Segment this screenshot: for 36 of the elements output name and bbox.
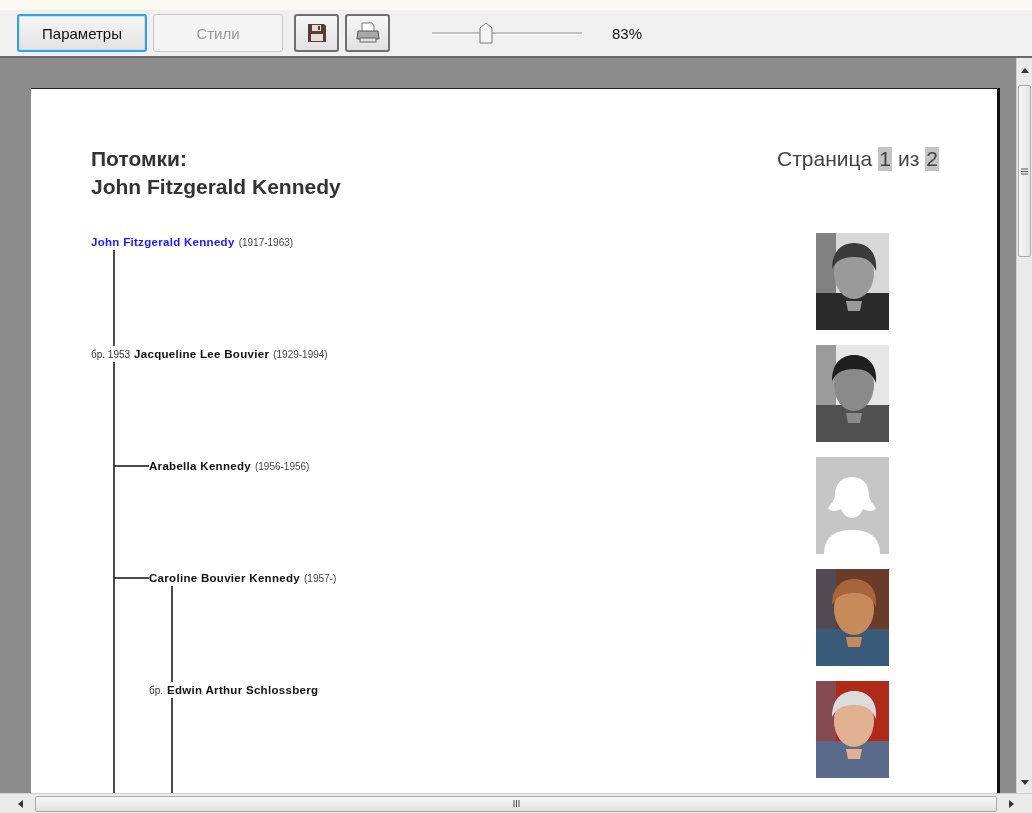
scroll-left-icon[interactable] bbox=[18, 799, 23, 808]
grip-icon bbox=[1021, 167, 1028, 175]
page-number: 1 bbox=[878, 147, 892, 171]
life-years: (1956-1956) bbox=[254, 460, 310, 474]
person-name[interactable]: Edwin Arthur Schlossberg bbox=[167, 683, 319, 697]
page-count: 2 bbox=[925, 147, 939, 171]
report-title: John Fitzgerald Kennedy bbox=[91, 174, 341, 200]
grip-icon bbox=[512, 800, 520, 807]
horizontal-scrollbar[interactable] bbox=[0, 793, 1032, 813]
person-name[interactable]: Caroline Bouvier Kennedy bbox=[149, 571, 300, 585]
report-title: Потомки: bbox=[91, 146, 188, 172]
toolbar-button[interactable]: Параметры bbox=[17, 14, 147, 52]
slider-thumb[interactable] bbox=[479, 22, 493, 44]
scrollbar-thumb[interactable] bbox=[1018, 85, 1031, 257]
person-name[interactable]: John Fitzgerald Kennedy bbox=[91, 235, 235, 249]
page-label: Страница bbox=[777, 147, 873, 171]
scroll-up-icon[interactable] bbox=[1020, 68, 1029, 73]
vertical-scrollbar[interactable] bbox=[1016, 58, 1032, 793]
save-icon bbox=[306, 23, 327, 43]
zoom-percent: 83% bbox=[612, 24, 643, 42]
save-button[interactable] bbox=[294, 14, 339, 52]
page-label: из bbox=[897, 147, 920, 171]
marriage-note: бр. bbox=[149, 684, 164, 698]
life-years: (1917-1963) bbox=[238, 236, 294, 250]
printer-icon bbox=[355, 22, 380, 44]
zoom-slider[interactable] bbox=[432, 22, 582, 44]
print-button[interactable] bbox=[345, 14, 390, 52]
life-years: (1957-) bbox=[304, 572, 337, 586]
scrollbar-thumb[interactable] bbox=[35, 795, 997, 812]
person-name[interactable]: Arabella Kennedy bbox=[149, 459, 251, 473]
life-years: (1929-1994) bbox=[273, 348, 328, 362]
scroll-right-icon[interactable] bbox=[1009, 799, 1014, 808]
person-silhouette-icon bbox=[816, 457, 889, 554]
marriage-note: бр. 1953 bbox=[91, 348, 131, 362]
scroll-down-icon[interactable] bbox=[1020, 780, 1029, 785]
person-name[interactable]: Jacqueline Lee Bouvier bbox=[134, 347, 270, 361]
